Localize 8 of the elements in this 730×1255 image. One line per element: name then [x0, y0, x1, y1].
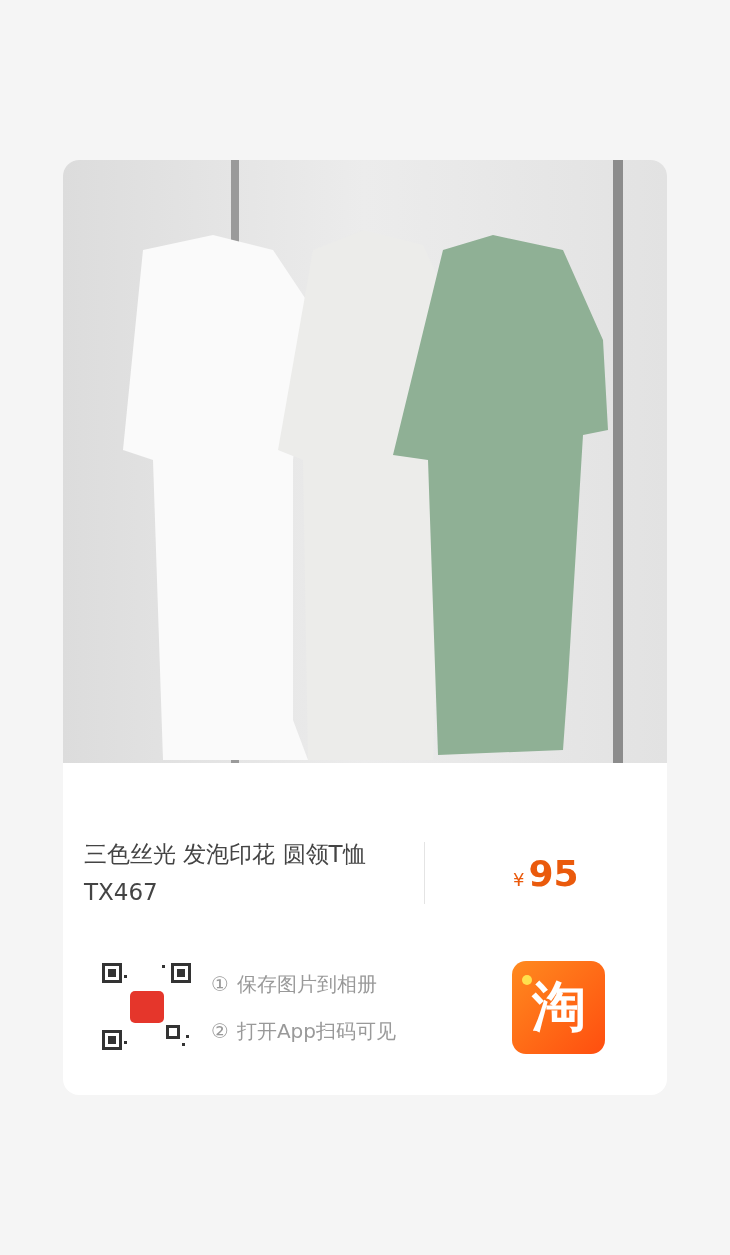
step-text: 打开App扫码可见	[236, 1017, 396, 1045]
step-number: ①	[211, 972, 229, 996]
product-title: 三色丝光 发泡印花 圆领T恤 TX467	[84, 840, 367, 907]
step-number: ②	[211, 1019, 229, 1043]
step-text: 保存图片到相册	[236, 970, 377, 998]
app-logo: 淘	[512, 961, 605, 1054]
product-price: 95	[528, 852, 579, 894]
currency-symbol: ¥	[513, 868, 525, 890]
